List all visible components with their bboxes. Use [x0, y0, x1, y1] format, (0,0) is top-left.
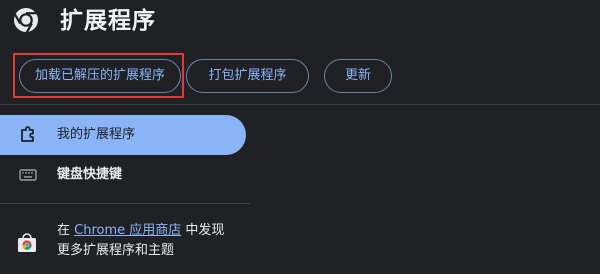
- pack-extension-button[interactable]: 打包扩展程序: [186, 59, 309, 93]
- page-header: 扩展程序: [0, 0, 600, 46]
- promo-prefix: 在: [57, 223, 75, 238]
- sidebar-item-label: 键盘快捷键: [57, 167, 123, 182]
- chrome-web-store-icon: [16, 233, 38, 253]
- sidebar-item-my-extensions[interactable]: 我的扩展程序: [0, 115, 246, 155]
- chrome-web-store-link[interactable]: Chrome 应用商店: [74, 223, 181, 238]
- load-unpacked-button[interactable]: 加载已解压的扩展程序: [19, 59, 181, 93]
- promo-middle: 中发现: [181, 223, 225, 238]
- sidebar-divider: [0, 203, 250, 204]
- sidebar-item-keyboard-shortcuts[interactable]: 键盘快捷键: [0, 155, 246, 195]
- promo-line2: 更多扩展程序和主题: [57, 243, 175, 258]
- chrome-logo-icon: [12, 6, 40, 34]
- keyboard-icon: [18, 165, 38, 185]
- extensions-page: 扩展程序 加载已解压的扩展程序 打包扩展程序 更新 我的扩展程序 键盘快捷键 在…: [0, 0, 600, 274]
- update-button[interactable]: 更新: [324, 59, 392, 93]
- page-title: 扩展程序: [60, 8, 156, 34]
- sidebar: 我的扩展程序 键盘快捷键 在 Chrome 应用商店 中发现 更多扩展程序和主题: [0, 105, 250, 274]
- web-store-promo: 在 Chrome 应用商店 中发现 更多扩展程序和主题: [57, 221, 247, 261]
- toolbar: 加载已解压的扩展程序 打包扩展程序 更新: [0, 48, 600, 104]
- sidebar-item-label: 我的扩展程序: [57, 127, 136, 142]
- puzzle-piece-icon: [18, 125, 38, 145]
